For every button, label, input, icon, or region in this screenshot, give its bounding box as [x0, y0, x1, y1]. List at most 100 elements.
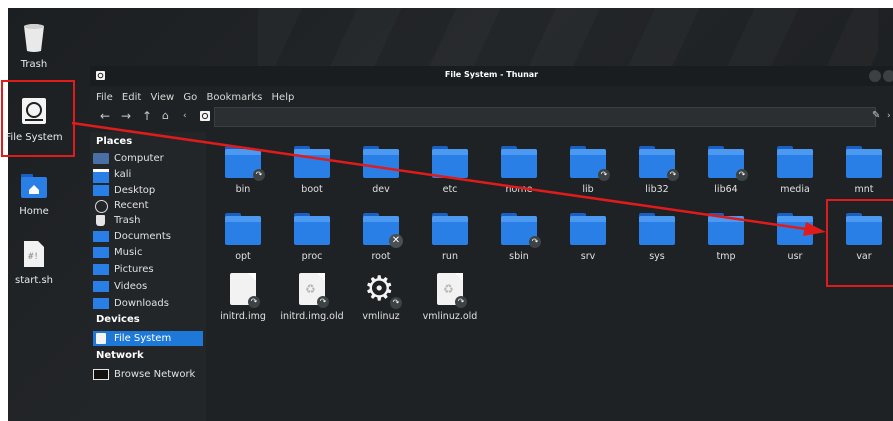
item-name: lib64 — [714, 184, 738, 195]
up-arrow-icon[interactable]: ↑ — [142, 108, 152, 124]
sidebar-item-videos[interactable]: Videos — [93, 279, 203, 294]
back-arrow-icon[interactable]: ← — [100, 108, 110, 124]
folder-item[interactable]: boot — [276, 146, 348, 195]
folder-item[interactable]: tmp — [690, 213, 762, 262]
network-monitor-icon — [93, 369, 109, 380]
folder-item[interactable]: proc — [276, 213, 348, 262]
sidebar-item-trash[interactable]: Trash — [93, 213, 203, 228]
item-name: srv — [580, 251, 596, 262]
sidebar-item-computer[interactable]: Computer — [93, 151, 203, 166]
symlink-arrow-icon: ↷ — [390, 297, 402, 309]
symlink-arrow-icon: ↷ — [317, 296, 329, 308]
folder-item[interactable]: run — [414, 213, 486, 262]
sidebar-item-desktop[interactable]: Desktop — [93, 183, 203, 198]
wallpaper-decoration — [258, 8, 878, 73]
folder-item[interactable]: srv — [552, 213, 624, 262]
folder-icon: ↷ — [570, 146, 610, 181]
file-grid: ↷ bin boot dev etc home ↷ lib ↷ lib32 ↷ — [207, 132, 893, 421]
home-icon[interactable]: ⌂ — [162, 108, 169, 124]
folder-item[interactable]: ↷ bin — [207, 146, 279, 195]
item-name: media — [780, 184, 810, 195]
folder-icon: ✕ — [363, 213, 403, 248]
folder-item[interactable]: dev — [345, 146, 417, 195]
no-access-x-icon: ✕ — [389, 234, 403, 248]
folder-item[interactable]: etc — [414, 146, 486, 195]
sidebar-item-browse-network[interactable]: Browse Network — [93, 367, 203, 382]
folder-item[interactable]: sys — [621, 213, 693, 262]
computer-icon — [93, 153, 109, 164]
folder-item[interactable]: media — [759, 146, 831, 195]
window-control-button[interactable] — [883, 70, 893, 82]
folder-icon — [777, 146, 813, 178]
sidebar-item-label: Computer — [114, 153, 164, 164]
folder-icon — [225, 213, 261, 245]
sidebar-item-documents[interactable]: Documents — [93, 229, 203, 244]
item-name: run — [442, 251, 458, 262]
location-path-bar[interactable] — [214, 107, 876, 127]
sidebar-item-label: Recent — [114, 200, 149, 211]
folder-item[interactable]: ↷ lib32 — [621, 146, 693, 195]
item-name: usr — [787, 251, 803, 262]
symlink-arrow-icon: ↷ — [248, 296, 260, 308]
sidebar-item-label: Music — [114, 247, 143, 258]
folder-icon — [432, 146, 468, 178]
item-name: root — [371, 251, 391, 262]
desktop-icon-home[interactable]: Home — [0, 173, 71, 217]
folder-icon: ↷ — [225, 146, 265, 181]
edit-location-pencil-icon[interactable]: ✎ — [872, 108, 880, 124]
file-icon: ♻ ↷ — [299, 273, 329, 308]
folder-icon — [294, 146, 330, 178]
sidebar-item-music[interactable]: Music — [93, 245, 203, 260]
file-item[interactable]: ♻ ↷ initrd.img.old — [276, 273, 348, 322]
file-item[interactable]: ↷ initrd.img — [207, 273, 279, 322]
desktop-icon-start-sh[interactable]: #! start.sh — [0, 240, 71, 286]
item-name: sys — [649, 251, 665, 262]
sidebar-section-places: Places — [96, 136, 133, 147]
folder-item[interactable]: ↷ lib64 — [690, 146, 762, 195]
sidebar-item-downloads[interactable]: Downloads — [93, 296, 203, 311]
forward-arrow-icon[interactable]: → — [121, 108, 131, 124]
file-item[interactable]: ⚙ ↷ vmlinuz — [345, 272, 417, 322]
item-name: opt — [235, 251, 251, 262]
item-name: home — [505, 184, 533, 195]
path-root-icon[interactable] — [200, 111, 210, 121]
desktop-icon-trash[interactable]: Trash — [0, 22, 71, 70]
toolbar: ← → ↑ ⌂ ‹ ✎ › — [90, 106, 893, 128]
recycle-icon: ♻ — [443, 282, 454, 296]
folder-item[interactable]: ✕ root — [345, 213, 417, 262]
folder-icon: ↷ — [501, 213, 541, 248]
window-control-button[interactable] — [869, 70, 881, 82]
folder-item[interactable]: home — [483, 146, 555, 195]
symlink-arrow-icon: ↷ — [253, 169, 265, 181]
file-item[interactable]: ♻ ↷ vmlinuz.old — [414, 273, 486, 322]
folder-icon — [846, 146, 882, 178]
item-name: bin — [235, 184, 251, 195]
folder-item[interactable]: opt — [207, 213, 279, 262]
sidebar-item-file-system[interactable]: File System — [93, 331, 203, 346]
trash-icon — [24, 24, 44, 52]
item-name: initrd.img.old — [280, 311, 344, 322]
folder-icon: ↷ — [708, 146, 748, 181]
sidebar-item-label: kali — [114, 169, 132, 180]
folder-item[interactable]: mnt — [828, 146, 893, 195]
chevron-left-icon[interactable]: ‹ — [183, 108, 187, 124]
sidebar-item-label: Videos — [114, 281, 148, 292]
folder-icon — [501, 146, 537, 178]
sidebar-item-label: Pictures — [114, 264, 154, 275]
sidebar-item-kali[interactable]: kali — [93, 167, 203, 183]
pictures-folder-icon — [93, 264, 109, 275]
item-name: sbin — [509, 251, 529, 262]
folder-icon — [432, 213, 468, 245]
chevron-right-icon[interactable]: › — [887, 108, 891, 124]
folder-item[interactable]: ↷ lib — [552, 146, 624, 195]
highlight-box-var — [826, 199, 893, 287]
folder-item[interactable]: usr — [759, 213, 831, 262]
folder-item[interactable]: ↷ sbin — [483, 213, 555, 262]
window-title: File System - Thunar — [444, 70, 539, 79]
item-name: lib32 — [645, 184, 669, 195]
symlink-arrow-icon: ↷ — [598, 169, 610, 181]
desktop-icon-label: start.sh — [14, 275, 54, 286]
desktop-icon-label: Trash — [20, 59, 48, 70]
sidebar-item-pictures[interactable]: Pictures — [93, 262, 203, 277]
sidebar-item-recent[interactable]: Recent — [93, 198, 203, 213]
